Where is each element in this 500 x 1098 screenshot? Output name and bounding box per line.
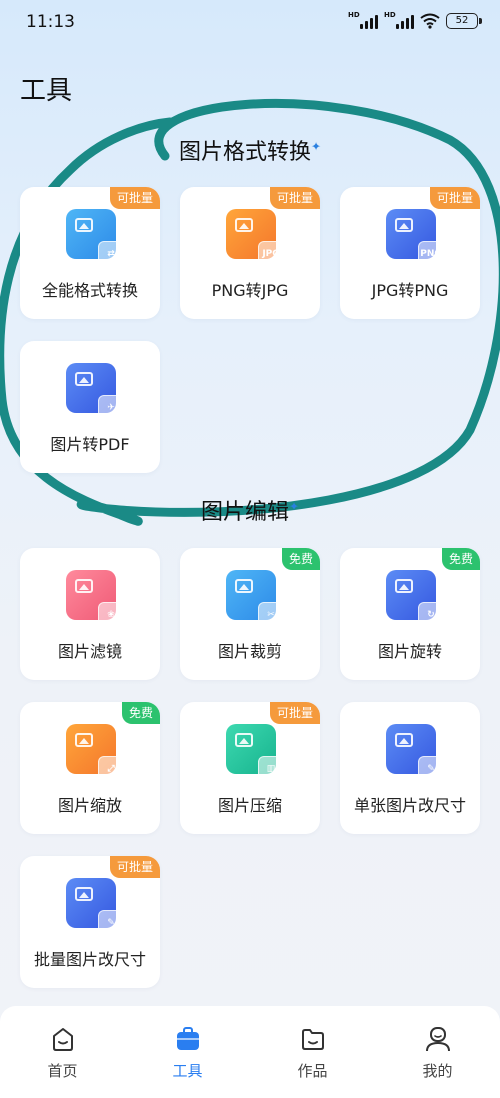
tool-card-label: 图片转PDF [50, 435, 130, 454]
tool-card-single-resize[interactable]: ✎ 单张图片改尺寸 [340, 702, 480, 834]
bottom-nav: 首页 工具 作品 我的 [0, 1006, 500, 1098]
hd-label: HD [384, 11, 396, 19]
tool-card-label: JPG转PNG [371, 281, 449, 300]
signal-icon: HD [348, 11, 378, 29]
tool-card-label: 全能格式转换 [41, 281, 138, 300]
tool-card-compress[interactable]: ▥ 可批量 图片压缩 [180, 702, 320, 834]
tool-card-label: 图片旋转 [377, 642, 442, 661]
rotate-icon: ↻ [386, 570, 444, 628]
tool-card-batch-resize[interactable]: ✎ 可批量 批量图片改尺寸 [20, 856, 160, 988]
nav-mine[interactable]: 我的 [375, 1006, 500, 1098]
nav-label: 我的 [422, 1062, 453, 1080]
tool-card-label: 图片裁剪 [217, 642, 282, 661]
scissors-icon: ✂ [226, 570, 284, 628]
tool-card-all-format[interactable]: ⇄ 可批量 全能格式转换 [20, 187, 160, 319]
batch-badge: 可批量 [269, 187, 320, 209]
compress-icon: ▥ [226, 724, 284, 782]
png-to-jpg-icon: JPG [226, 209, 284, 267]
tool-card-filter[interactable]: ❀ 图片滤镜 [20, 548, 160, 680]
tool-card-image-to-pdf[interactable]: ✈ 图片转PDF [20, 341, 160, 473]
nav-label: 首页 [47, 1062, 78, 1080]
free-badge: 免费 [121, 702, 160, 724]
folder-icon [301, 1029, 324, 1050]
wifi-icon [420, 13, 440, 29]
pdf-icon: ✈ [66, 363, 124, 421]
section-title-text: 图片格式转换 [178, 140, 311, 165]
nav-label: 作品 [297, 1062, 328, 1080]
nav-home[interactable]: 首页 [0, 1006, 125, 1098]
batch-badge: 可批量 [429, 187, 480, 209]
nav-works[interactable]: 作品 [250, 1006, 375, 1098]
png-tag: PNG [418, 241, 444, 267]
scale-icon: ⤢ [66, 724, 124, 782]
nav-label: 工具 [172, 1062, 203, 1080]
image-convert-icon: ⇄ [66, 209, 124, 267]
section-title-edit: 图片编辑✦ [0, 494, 500, 526]
tool-card-label: 图片滤镜 [57, 642, 122, 661]
tool-card-png-to-jpg[interactable]: JPG 可批量 PNG转JPG [180, 187, 320, 319]
section-title-format: 图片格式转换✦ [0, 134, 500, 166]
tool-card-label: 批量图片改尺寸 [33, 950, 146, 969]
tool-card-rotate[interactable]: ↻ 免费 图片旋转 [340, 548, 480, 680]
batch-badge: 可批量 [109, 187, 160, 209]
tool-card-label: 图片压缩 [217, 796, 282, 815]
status-time: 11:13 [26, 12, 75, 32]
filter-icon: ❀ [66, 570, 124, 628]
free-badge: 免费 [281, 548, 320, 570]
section-title-text: 图片编辑 [200, 500, 289, 525]
tool-card-scale[interactable]: ⤢ 免费 图片缩放 [20, 702, 160, 834]
status-icons: HD HD 52 [348, 11, 482, 29]
nav-tools[interactable]: 工具 [125, 1006, 250, 1098]
sparkle-icon: ✦ [310, 139, 322, 154]
resize-edit-icon: ✎ [66, 878, 124, 936]
hd-label: HD [348, 11, 360, 19]
batch-badge: 可批量 [109, 856, 160, 878]
status-bar: 11:13 HD HD 52 [0, 0, 500, 44]
tool-card-jpg-to-png[interactable]: PNG 可批量 JPG转PNG [340, 187, 480, 319]
signal-icon: HD [384, 11, 414, 29]
free-badge: 免费 [441, 548, 480, 570]
profile-icon [425, 1027, 450, 1052]
resize-edit-icon: ✎ [386, 724, 444, 782]
tool-card-label: 图片缩放 [57, 796, 122, 815]
jpg-to-png-icon: PNG [386, 209, 444, 267]
battery-icon: 52 [446, 13, 482, 29]
sparkle-icon: ✦ [288, 499, 300, 514]
tool-card-label: PNG转JPG [211, 281, 289, 300]
batch-badge: 可批量 [269, 702, 320, 724]
tool-card-crop[interactable]: ✂ 免费 图片裁剪 [180, 548, 320, 680]
tool-card-label: 单张图片改尺寸 [353, 796, 466, 815]
toolbox-icon [176, 1027, 199, 1050]
jpg-tag: JPG [258, 241, 284, 267]
home-icon [52, 1028, 73, 1051]
page-title: 工具 [20, 76, 73, 106]
